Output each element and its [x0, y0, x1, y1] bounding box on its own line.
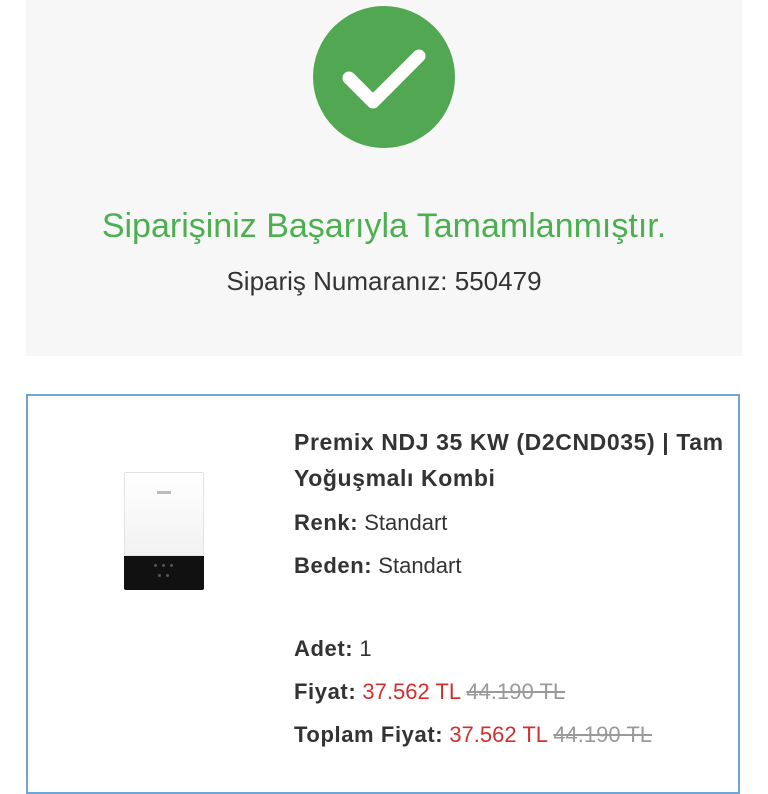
product-size-row: Beden: Standart: [294, 551, 461, 581]
order-number-label: Sipariş Numaranız:: [226, 266, 448, 296]
quantity-value: 1: [359, 636, 372, 661]
product-color-row: Renk: Standart: [294, 508, 447, 538]
price-current: 37.562 TL: [362, 679, 461, 704]
product-total-row: Toplam Fiyat: 37.562 TL 44.190 TL: [294, 720, 652, 750]
check-icon: [342, 49, 426, 109]
boiler-body: [124, 472, 204, 556]
boiler-logo: [157, 491, 171, 494]
boiler-control-panel: [124, 556, 204, 590]
order-number-value: 550479: [454, 266, 542, 296]
quantity-label: Adet:: [294, 636, 354, 661]
size-value: Standart: [378, 553, 462, 578]
color-value: Standart: [364, 510, 448, 535]
total-old: 44.190 TL: [553, 722, 652, 747]
color-label: Renk:: [294, 510, 359, 535]
ordered-product-card: Premix NDJ 35 KW (D2CND035) | Tam Yoğuşm…: [26, 394, 740, 794]
product-quantity-row: Adet: 1: [294, 634, 372, 664]
success-title: Siparişiniz Başarıyla Tamamlanmıştır.: [101, 207, 667, 245]
total-current: 37.562 TL: [449, 722, 548, 747]
product-title[interactable]: Premix NDJ 35 KW (D2CND035) | Tam Yoğuşm…: [294, 424, 734, 496]
price-label: Fiyat:: [294, 679, 357, 704]
product-price-row: Fiyat: 37.562 TL 44.190 TL: [294, 677, 565, 707]
success-check-icon: [313, 6, 455, 148]
total-label: Toplam Fiyat:: [294, 722, 444, 747]
price-old: 44.190 TL: [466, 679, 566, 704]
size-label: Beden:: [294, 553, 373, 578]
order-number-line: Sipariş Numaranız: 550479: [0, 264, 768, 298]
product-image[interactable]: [124, 472, 204, 590]
